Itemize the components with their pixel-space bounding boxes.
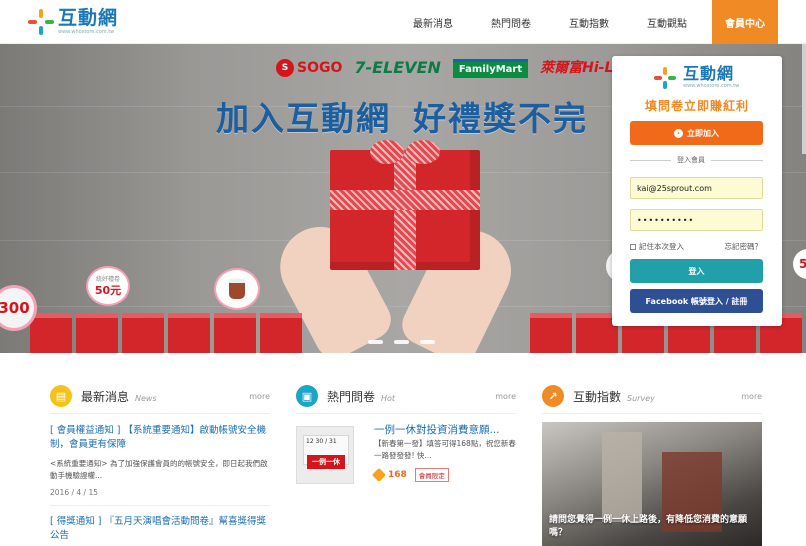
remember-me-checkbox[interactable]: 記住本次登入 — [630, 241, 684, 252]
nav-latest-news[interactable]: 最新消息 — [394, 0, 472, 44]
partner-seven-eleven: 7-ELEVEN — [354, 58, 441, 77]
logo-title: 互動網 — [58, 7, 119, 29]
news-item-date: 2016 / 4 / 15 — [50, 488, 98, 497]
survey-desc: 【新春第一發】填答可得168點，祝您新春一路發發發! 快... — [374, 439, 516, 460]
index-feature-card[interactable]: 請問您覺得一例一休上路後，有降低您消費的意願嗎？ — [542, 422, 762, 546]
nav-interactive-views[interactable]: 互動觀點 — [628, 0, 706, 44]
news-icon: ▤ — [50, 385, 72, 407]
partner-familymart: FamilyMart — [452, 58, 529, 78]
nav-hot-surveys[interactable]: 熱門問卷 — [472, 0, 550, 44]
clipboard-icon: ▣ — [296, 385, 318, 407]
news-subtitle: News — [135, 394, 157, 403]
logo-icon — [654, 66, 676, 89]
hot-more-link[interactable]: more — [495, 392, 516, 401]
thumbnail-tag: 一例一休 — [307, 455, 345, 469]
survey-title[interactable]: 一例一休對投資消費意願... — [374, 422, 500, 437]
voucher-badge: 統好禮卷 50元 — [86, 266, 130, 306]
password-field[interactable]: •••••••••• — [630, 209, 763, 231]
interactive-index-section: ↗ 互動指數 Survey more 請問您覺得一例一休上路後，有降低您消費的意願… — [542, 380, 762, 546]
news-more-link[interactable]: more — [249, 392, 270, 401]
points-value: 168 — [388, 470, 407, 480]
gift-row-left — [30, 313, 302, 353]
carousel-dots — [368, 340, 435, 344]
headline-left: 加入互動網 — [216, 99, 391, 138]
gem-icon — [371, 467, 387, 483]
login-panel: 互動網 www.whostore.com.tw 填問卷立即賺紅利 › 立即加入 … — [612, 56, 782, 326]
hot-subtitle: Hot — [381, 394, 396, 403]
index-more-link[interactable]: more — [741, 392, 762, 401]
email-field[interactable]: kai@25sprout.com — [630, 177, 763, 199]
join-now-button[interactable]: › 立即加入 — [630, 121, 763, 145]
headline-right: 好禮獎不完 — [413, 99, 588, 138]
news-item-desc: <系統重要通知> 為了加強保護會員的的帳號安全，即日起我們啟動手機驗證權... — [50, 459, 268, 480]
news-item-title[interactable]: [ 會員權益通知 ] 【系統重要通知】啟動帳號安全機制，會員更有保障 — [50, 424, 270, 452]
badge-300: 300 — [0, 288, 34, 328]
forgot-password-link[interactable]: 忘記密碼？ — [725, 241, 763, 252]
hot-survey-item[interactable]: 12 30 / 31 一例一休 一例一休對投資消費意願... 【新春第一發】填答… — [296, 422, 516, 492]
index-title: 互動指數 — [573, 390, 622, 404]
carousel-dot-1[interactable] — [368, 340, 383, 344]
hot-surveys-section: ▣ 熱門問卷 Hot more 12 30 / 31 一例一休 一例一休對投資消費… — [296, 380, 516, 492]
scrollbar[interactable] — [802, 44, 806, 154]
logo-url: www.whostore.com.tw — [58, 29, 115, 35]
login-button[interactable]: 登入 — [630, 259, 763, 283]
logo-icon — [28, 9, 54, 35]
hero-headline: 加入互動網 好禮獎不完 — [216, 92, 588, 140]
news-item[interactable]: [ 會員權益通知 ] 【系統重要通知】啟動帳號安全機制，會員更有保障 <系統重要… — [50, 424, 270, 497]
gift-box-image — [330, 140, 480, 300]
partner-logos: S SOGO 7-ELEVEN FamilyMart 萊爾富Hi-Life — [276, 56, 634, 80]
login-tagline: 填問卷立即賺紅利 — [644, 99, 749, 113]
main-nav: 最新消息 熱門問卷 互動指數 互動觀點 會員中心 — [394, 0, 806, 44]
chart-icon: ↗ — [542, 385, 564, 407]
index-subtitle: Survey — [627, 394, 655, 403]
edge-badge-right: 5 — [793, 249, 806, 279]
member-center-button[interactable]: 會員中心 — [712, 0, 778, 44]
survey-thumbnail[interactable]: 12 30 / 31 一例一休 — [296, 426, 354, 484]
partner-sogo: S SOGO — [276, 59, 342, 77]
arrow-right-icon: › — [674, 128, 683, 138]
carousel-dot-3[interactable] — [420, 340, 435, 344]
index-caption[interactable]: 請問您覺得一例一休上路後，有降低您消費的意願嗎？ — [549, 514, 755, 540]
facebook-login-button[interactable]: Facebook 帳號登入 / 註冊 — [630, 289, 763, 313]
hot-title: 熱門問卷 — [327, 390, 376, 404]
login-logo: 互動網 www.whostore.com.tw — [654, 66, 739, 89]
news-divider — [50, 505, 270, 506]
survey-points: 168 會員限定 — [371, 467, 449, 483]
coffee-cup-icon — [214, 268, 260, 310]
site-logo[interactable]: 互動網 www.whostore.com.tw — [28, 8, 118, 36]
nav-interactive-index[interactable]: 互動指數 — [550, 0, 628, 44]
checkbox-icon — [630, 243, 636, 250]
news-title: 最新消息 — [81, 390, 130, 404]
news-section: ▤ 最新消息 News more [ 會員權益通知 ] 【系統重要通知】啟動帳號安… — [50, 380, 270, 543]
members-only-badge: 會員限定 — [414, 468, 449, 482]
login-divider: 登入會員 — [630, 155, 763, 165]
carousel-dot-2[interactable] — [394, 340, 409, 344]
top-navbar: 互動網 www.whostore.com.tw 最新消息 熱門問卷 互動指數 互… — [0, 0, 806, 44]
sogo-logo-icon: S — [276, 59, 294, 77]
